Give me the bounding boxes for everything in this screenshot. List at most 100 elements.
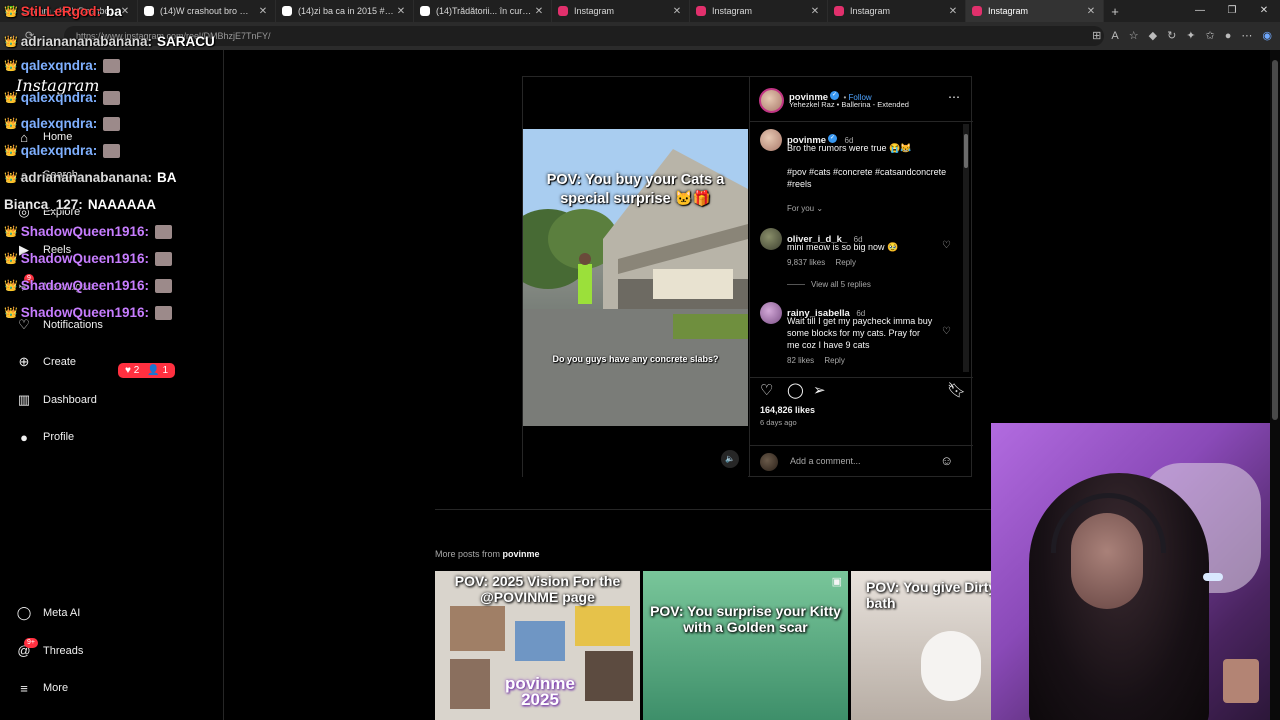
browser-tab[interactable]: Instagram ✕ xyxy=(690,0,828,22)
for-you-dropdown[interactable]: For you ⌄ xyxy=(787,204,823,213)
more-posts-author[interactable]: povinme xyxy=(503,549,540,559)
meta-ai-icon: ◯ xyxy=(16,605,32,620)
instagram-icon xyxy=(558,6,568,16)
sidebar-item-label: Home xyxy=(43,131,73,143)
sidebar-item-dashboard[interactable]: ▥ Dashboard xyxy=(16,392,97,408)
refresh-extension-icon[interactable]: ↻ xyxy=(1167,26,1176,46)
sidebar-item-create[interactable]: ⊕ Create xyxy=(16,354,76,370)
likes-count[interactable]: 164,826 likes xyxy=(760,405,815,415)
read-aloud-icon[interactable]: A xyxy=(1111,26,1118,46)
chat-message: 👑 ShadowQueen1916: xyxy=(4,224,172,239)
new-tab-icon[interactable]: + xyxy=(1104,4,1126,19)
chat-emote-icon xyxy=(103,58,121,73)
thumbnail-caption: POV: 2025 Vision For the @POVINME page xyxy=(454,573,621,605)
browser-tab[interactable]: Instagram ✕ xyxy=(828,0,966,22)
verified-icon: ✓ xyxy=(830,91,840,101)
caption-avatar[interactable] xyxy=(760,129,782,151)
browser-tab[interactable]: Instagram ✕ xyxy=(966,0,1104,22)
notification-pill[interactable]: ♥ 2 👤 1 xyxy=(118,363,176,378)
reply-button[interactable]: Reply xyxy=(835,258,855,267)
comment-avatar[interactable] xyxy=(760,228,782,250)
caption-hashtags[interactable]: #pov #cats #concrete #catsandconcrete #r… xyxy=(787,166,957,190)
browser-tab[interactable]: (14)Trădătorii... în curând la...✕ xyxy=(414,0,552,22)
close-tab-icon[interactable]: ✕ xyxy=(533,6,545,17)
close-window-icon[interactable]: ✕ xyxy=(1248,0,1280,22)
browser-toolbar: ⊞ A ☆ ◆ ↻ ✦ ✩ ● ⋯ ◉ xyxy=(1092,26,1272,46)
chat-username: qalexqndra: xyxy=(20,90,98,105)
view-replies-button[interactable]: View all 5 replies xyxy=(787,280,871,289)
comment-likes[interactable]: 9,837 likes xyxy=(787,258,825,267)
close-tab-icon[interactable]: ✕ xyxy=(671,6,683,17)
post-age: 6 days ago xyxy=(760,418,797,427)
chat-message: 👑 qalexqndra: xyxy=(4,90,121,105)
chat-username: qalexqndra: xyxy=(20,143,98,158)
page-scrollbar-thumb[interactable] xyxy=(1272,60,1278,420)
comment-like-icon[interactable]: ♡ xyxy=(942,326,951,337)
chat-emote-icon xyxy=(103,143,121,158)
comment-avatar[interactable] xyxy=(760,302,782,324)
reply-button[interactable]: Reply xyxy=(824,356,844,365)
tab-title: Instagram xyxy=(850,6,891,16)
comment-input[interactable]: Add a comment... xyxy=(790,456,861,466)
post-actions: ♡ ◯ ➢ 🔖︎ 164,826 likes 6 days ago Add a … xyxy=(750,377,973,477)
video-caption: POV: You buy your Cats a special surpris… xyxy=(546,172,725,207)
chat-message: 👑 ShadowQueen1916: xyxy=(4,278,172,293)
reel-video[interactable]: POV: You buy your Cats a special surpris… xyxy=(523,129,748,426)
avatar-icon[interactable]: ● xyxy=(1225,26,1232,46)
sidebar-item-profile[interactable]: ● Profile xyxy=(16,429,74,445)
audio-info[interactable]: Yehezkel Raz • Ballerina - Extended xyxy=(789,100,909,109)
comments-scrollbar[interactable] xyxy=(963,124,969,372)
more-post-thumbnail[interactable]: POV: You give Dirty cats a bath xyxy=(851,571,991,720)
instagram-icon xyxy=(972,6,982,16)
author-avatar[interactable] xyxy=(759,88,784,113)
like-icon[interactable]: ♡ xyxy=(760,381,773,399)
more-icon[interactable]: ⋯ xyxy=(1241,26,1252,46)
sidebar-item-threads[interactable]: @9+ Threads xyxy=(16,637,84,659)
share-icon[interactable]: ➢ xyxy=(813,381,826,399)
chat-text: SARACU xyxy=(157,34,215,49)
minimize-icon[interactable]: — xyxy=(1184,0,1216,22)
browser-tab[interactable]: (14)W crashout bro 😂 hai...✕ xyxy=(138,0,276,22)
chat-badge-icon: 👑 xyxy=(4,145,18,157)
browser-tab[interactable]: Instagram ✕ xyxy=(552,0,690,22)
url-input[interactable]: https://www.instagram.com/reel/DMBhzjE7T… xyxy=(64,26,1104,46)
chat-message: Bianca_127: NAAAAAA xyxy=(4,197,156,212)
close-tab-icon[interactable]: ✕ xyxy=(809,6,821,17)
comment-likes[interactable]: 82 likes xyxy=(787,356,814,365)
close-tab-icon[interactable]: ✕ xyxy=(395,6,407,17)
puzzle-icon[interactable]: ✦ xyxy=(1186,26,1195,46)
sidebar-item-more[interactable]: ≡ More xyxy=(16,680,68,696)
chat-badge-icon: 👑 xyxy=(4,172,18,184)
favorite-icon[interactable]: ☆ xyxy=(1129,26,1139,46)
more-post-thumbnail[interactable]: POV: You surprise your Kitty with a Gold… xyxy=(643,571,848,720)
chat-username: qalexqndra: xyxy=(20,116,98,131)
thumbnail-overlay-text: povinme 2025 xyxy=(505,674,575,709)
page-scrollbar[interactable] xyxy=(1270,50,1280,720)
chat-message: 👑 adrianananabanana: BA xyxy=(4,170,177,185)
chat-message: 👑 adrianananabanana: SARACU xyxy=(4,34,215,49)
close-tab-icon[interactable]: ✕ xyxy=(257,6,269,17)
save-icon[interactable]: 🔖︎ xyxy=(947,381,966,399)
comment-icon[interactable]: ◯ xyxy=(787,381,804,399)
emoji-icon[interactable]: ☺ xyxy=(940,453,953,468)
chat-emote-icon xyxy=(155,305,172,320)
more-post-thumbnail[interactable]: POV: 2025 Vision For the @POVINME page p… xyxy=(435,571,640,720)
sidebar-item-label: Threads xyxy=(43,644,84,657)
mute-icon[interactable]: 🔈 xyxy=(721,450,739,468)
post-media[interactable]: POV: You buy your Cats a special surpris… xyxy=(523,77,748,477)
browser-tab[interactable]: (14)zi ba ca in 2015 #drago...✕ xyxy=(276,0,414,22)
extension-icon[interactable]: ◆ xyxy=(1149,26,1157,46)
more-options-icon[interactable]: ⋯ xyxy=(948,90,960,104)
close-tab-icon[interactable]: ✕ xyxy=(947,6,959,17)
scrollbar-thumb[interactable] xyxy=(964,134,968,168)
favorites-bar-icon[interactable]: ✩ xyxy=(1206,26,1215,46)
app-icon[interactable]: ⊞ xyxy=(1092,26,1101,46)
copilot-icon[interactable]: ◉ xyxy=(1262,26,1272,46)
chat-badge-icon: 👑 xyxy=(4,6,18,18)
close-tab-icon[interactable]: ✕ xyxy=(1085,6,1097,17)
sidebar-item-meta-ai[interactable]: ◯ Meta AI xyxy=(16,605,81,621)
video-subtitle: Do you guys have any concrete slabs? xyxy=(552,354,719,364)
my-avatar xyxy=(760,453,778,471)
comment-like-icon[interactable]: ♡ xyxy=(942,240,951,251)
maximize-icon[interactable]: ❐ xyxy=(1216,0,1248,22)
